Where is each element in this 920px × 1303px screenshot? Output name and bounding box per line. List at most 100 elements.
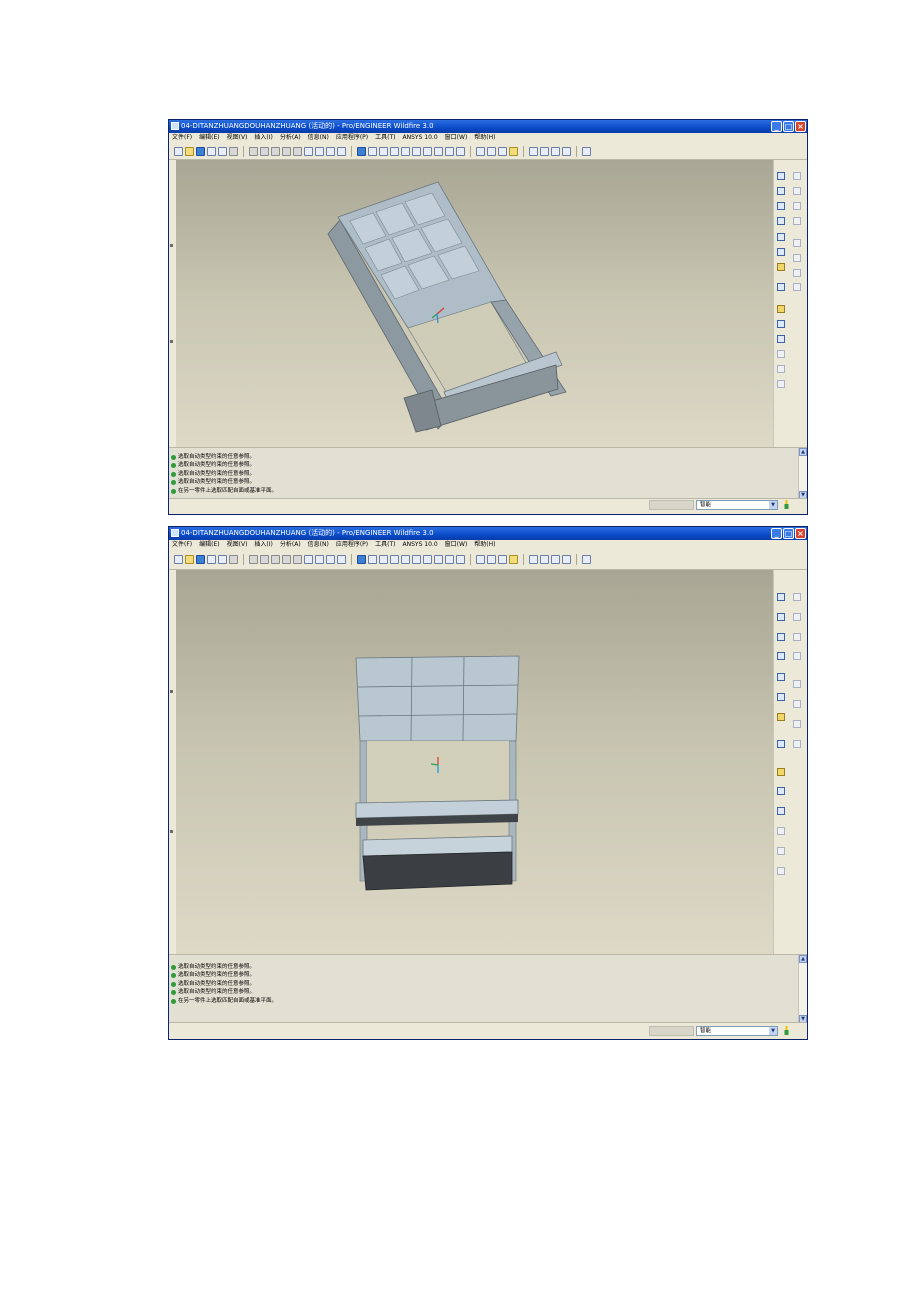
refit-icon[interactable]	[412, 146, 421, 156]
shading-icon[interactable]	[509, 146, 518, 156]
assembly-component-icon[interactable]	[777, 740, 785, 748]
menu-help[interactable]: 帮助(H)	[474, 133, 495, 143]
saved-views-icon[interactable]	[434, 146, 443, 156]
minimize-icon[interactable]: _	[771, 121, 782, 132]
rib-icon[interactable]	[777, 380, 785, 388]
no-hidden-icon[interactable]	[498, 146, 507, 156]
wireframe-icon[interactable]	[476, 555, 485, 564]
view-manager-icon[interactable]	[456, 555, 465, 564]
menu-info[interactable]: 信息(N)	[308, 133, 329, 143]
menu-ansys[interactable]: ANSYS 10.0	[403, 133, 438, 143]
extrude-icon[interactable]	[793, 593, 801, 601]
hole-icon[interactable]	[793, 239, 801, 247]
zoom-out-icon[interactable]	[401, 555, 410, 564]
reorient-icon[interactable]	[423, 146, 432, 156]
create-component-icon[interactable]	[777, 305, 785, 313]
menu-applications[interactable]: 应用程序(P)	[336, 133, 368, 143]
repaint-icon[interactable]	[357, 146, 366, 156]
print-preview-icon[interactable]	[218, 555, 227, 564]
coordinate-system-icon[interactable]	[777, 248, 785, 256]
copy-icon[interactable]	[282, 146, 291, 156]
chamfer-icon[interactable]	[793, 720, 801, 728]
regenerate-icon[interactable]	[315, 146, 324, 156]
new-file-icon[interactable]	[174, 146, 183, 156]
datum-curve-icon[interactable]	[777, 217, 785, 225]
no-hidden-icon[interactable]	[498, 555, 507, 564]
cut-icon[interactable]	[271, 146, 280, 156]
selection-box-icon[interactable]	[337, 146, 346, 156]
send-mail-icon[interactable]	[229, 146, 238, 156]
paste-special-icon[interactable]	[304, 146, 313, 156]
paste-icon[interactable]	[293, 146, 302, 156]
trim-icon[interactable]	[777, 350, 785, 358]
rib-icon[interactable]	[777, 867, 785, 875]
datum-planes-icon[interactable]	[529, 146, 538, 156]
menu-info[interactable]: 信息(N)	[308, 540, 329, 550]
menu-insert[interactable]: 插入(I)	[254, 540, 272, 550]
menu-edit[interactable]: 编辑(E)	[199, 540, 219, 550]
selection-box-icon[interactable]	[337, 555, 346, 564]
orient-mode-icon[interactable]	[379, 146, 388, 156]
scroll-up-icon[interactable]: ▲	[799, 448, 807, 456]
shell-icon[interactable]	[793, 740, 801, 748]
reorient-icon[interactable]	[423, 555, 432, 564]
coordinate-systems-icon[interactable]	[562, 146, 571, 156]
analysis-feature-icon[interactable]	[777, 713, 785, 721]
mirror-icon[interactable]	[777, 320, 785, 328]
menu-view[interactable]: 视图(V)	[227, 133, 248, 143]
assembly-component-icon[interactable]	[777, 283, 785, 291]
sketch-tool-icon[interactable]	[777, 172, 785, 180]
open-file-icon[interactable]	[185, 146, 194, 156]
trim-icon[interactable]	[777, 827, 785, 835]
orient-mode-icon[interactable]	[379, 555, 388, 564]
menu-insert[interactable]: 插入(I)	[254, 133, 272, 143]
new-file-icon[interactable]	[174, 555, 183, 564]
undo-icon[interactable]	[249, 555, 258, 564]
paste-icon[interactable]	[293, 555, 302, 564]
print-icon[interactable]	[207, 555, 216, 564]
merge-icon[interactable]	[777, 335, 785, 343]
chamfer-icon[interactable]	[793, 269, 801, 277]
save-icon[interactable]	[196, 555, 205, 564]
menu-help[interactable]: 帮助(H)	[474, 540, 495, 550]
restore-icon[interactable]: □	[783, 121, 794, 132]
sweep-icon[interactable]	[793, 633, 801, 641]
send-mail-icon[interactable]	[229, 555, 238, 564]
menu-applications[interactable]: 应用程序(P)	[336, 540, 368, 550]
scroll-up-icon[interactable]: ▲	[799, 955, 807, 963]
coordinate-system-icon[interactable]	[777, 693, 785, 701]
regenerate-icon[interactable]	[315, 555, 324, 564]
datum-points-icon[interactable]	[551, 555, 560, 564]
selection-filter-dropdown[interactable]: 智能 ▼	[696, 500, 778, 510]
spin-center-icon[interactable]	[368, 555, 377, 564]
pattern-icon[interactable]	[777, 847, 785, 855]
datum-plane-icon[interactable]	[777, 613, 785, 621]
coordinate-systems-icon[interactable]	[562, 555, 571, 564]
zoom-in-icon[interactable]	[390, 146, 399, 156]
cut-icon[interactable]	[271, 555, 280, 564]
extrude-icon[interactable]	[793, 172, 801, 180]
minimize-icon[interactable]: _	[771, 528, 782, 539]
title-bar[interactable]: 04-DITANZHUANGDOUHANZHUANG (活动的) - Pro/E…	[169, 120, 807, 133]
menu-analysis[interactable]: 分析(A)	[280, 540, 301, 550]
undo-icon[interactable]	[249, 146, 258, 156]
refit-icon[interactable]	[412, 555, 421, 564]
selection-filter-dropdown[interactable]: 智能 ▼	[696, 1026, 778, 1036]
revolve-icon[interactable]	[793, 613, 801, 621]
menu-file[interactable]: 文件(F)	[172, 133, 192, 143]
redo-icon[interactable]	[260, 146, 269, 156]
close-icon[interactable]: ×	[795, 121, 806, 132]
datum-axis-icon[interactable]	[777, 633, 785, 641]
blend-icon[interactable]	[793, 652, 801, 660]
hidden-line-icon[interactable]	[487, 555, 496, 564]
mirror-icon[interactable]	[777, 787, 785, 795]
view-manager-icon[interactable]	[456, 146, 465, 156]
datum-point-icon[interactable]	[777, 233, 785, 241]
datum-point-icon[interactable]	[777, 673, 785, 681]
print-icon[interactable]	[207, 146, 216, 156]
layers-icon[interactable]	[445, 555, 454, 564]
datum-curve-icon[interactable]	[777, 652, 785, 660]
menu-edit[interactable]: 编辑(E)	[199, 133, 219, 143]
saved-views-icon[interactable]	[434, 555, 443, 564]
menu-ansys[interactable]: ANSYS 10.0	[403, 540, 438, 550]
